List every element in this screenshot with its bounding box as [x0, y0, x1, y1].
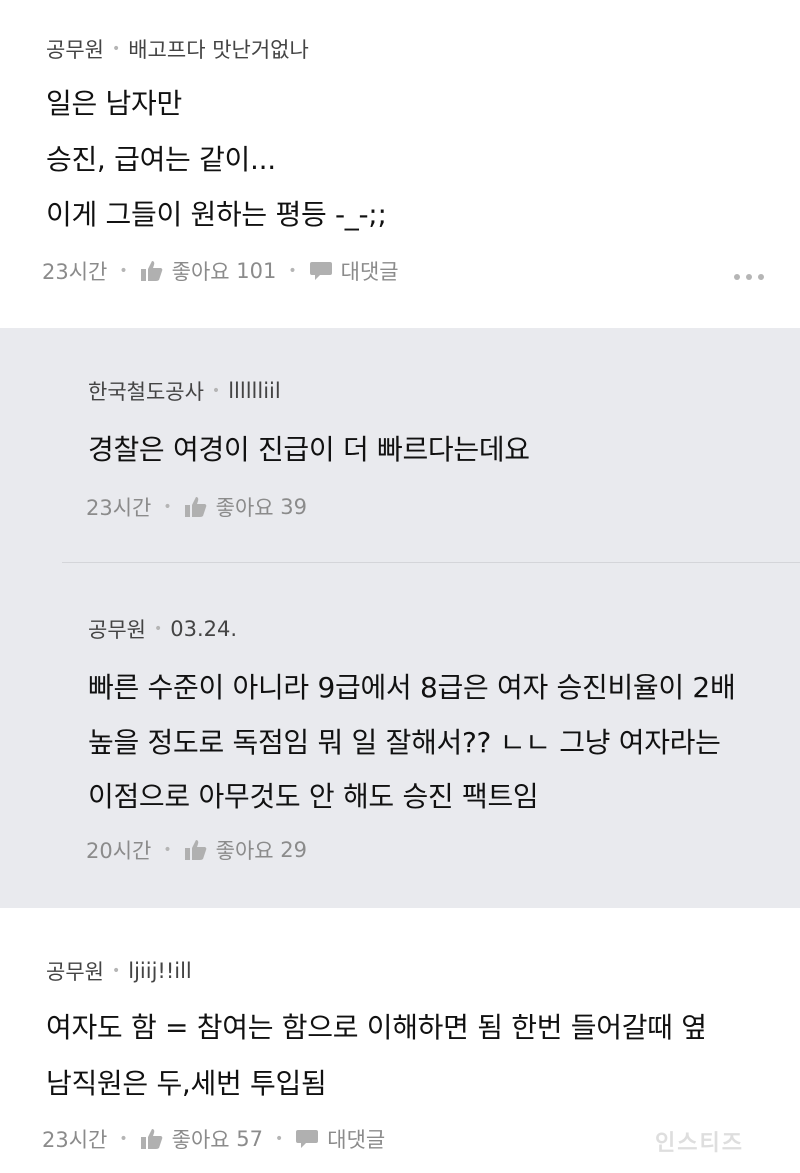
like-count: 39 — [280, 495, 308, 519]
comment-nickname[interactable]: 공무원 — [46, 956, 104, 986]
separator-dot: • — [288, 263, 297, 279]
more-dot-icon — [734, 274, 740, 280]
comment-text-line: 이게 그들이 원하는 평등 -_-;; — [46, 198, 387, 231]
reply-list: 한국철도공사 • lllllliil 경찰은 여경이 진급이 더 빠르다는데요 … — [0, 328, 800, 908]
site-watermark: 인스티즈 — [655, 1131, 744, 1156]
comment-meta: 공무원 • 배고프다 맛난거없나 — [46, 34, 309, 64]
like-button[interactable]: 좋아요 29 — [184, 835, 307, 865]
like-count: 57 — [236, 1127, 264, 1151]
separator-dot: • — [111, 963, 121, 979]
separator-dot: • — [275, 1131, 284, 1147]
reply-date: 03.24. — [170, 617, 238, 641]
separator-dot: • — [119, 263, 128, 279]
separator-dot: • — [119, 1131, 128, 1147]
separator-dot: • — [111, 41, 121, 57]
comment-text-line: 승진, 급여는 같이... — [46, 143, 276, 176]
comment-meta: 공무원 • ljiij!!ill — [46, 956, 192, 986]
reply-time: 23시간 — [86, 496, 152, 520]
more-dot-icon — [758, 274, 764, 280]
reply-button[interactable]: 대댓글 — [295, 1124, 385, 1154]
speech-bubble-icon — [309, 262, 332, 280]
comment-time: 23시간 — [42, 260, 108, 284]
like-button[interactable]: 좋아요 39 — [184, 492, 307, 522]
like-count: 29 — [280, 838, 308, 862]
reply-text-line: 높을 정도로 독점임 뭐 일 잘해서?? ㄴㄴ 그냥 여자라는 — [88, 726, 721, 759]
comment-text-line: 여자도 함 = 참여는 함으로 이해하면 됨 한번 들어갈때 옆 — [46, 1011, 707, 1044]
comment-item: 공무원 • 배고프다 맛난거없나 일은 남자만 승진, 급여는 같이... 이게… — [0, 0, 800, 328]
more-dot-icon — [746, 274, 752, 280]
comment-footer: 23시간 • 좋아요 101 • 대댓글 — [42, 256, 399, 286]
reply-footer: 23시간 • 좋아요 39 — [86, 492, 307, 522]
like-label: 좋아요 — [171, 260, 230, 284]
comment-nickname[interactable]: 공무원 — [46, 34, 104, 64]
like-count: 101 — [236, 259, 277, 283]
reply-footer: 20시간 • 좋아요 29 — [86, 835, 307, 865]
like-button[interactable]: 좋아요 101 — [140, 256, 277, 286]
thumbs-up-icon — [184, 840, 206, 860]
comment-author[interactable]: 배고프다 맛난거없나 — [128, 34, 309, 64]
comment-text-line: 남직원은 두,세번 투입됨 — [46, 1067, 327, 1100]
like-button[interactable]: 좋아요 57 — [140, 1124, 263, 1154]
reply-label: 대댓글 — [327, 1128, 386, 1152]
thumbs-up-icon — [184, 497, 206, 517]
thumbs-up-icon — [140, 1129, 162, 1149]
comment-author[interactable]: ljiij!!ill — [128, 959, 192, 983]
like-label: 좋아요 — [215, 839, 274, 863]
reply-label: 대댓글 — [340, 260, 399, 284]
reply-nickname[interactable]: 한국철도공사 — [88, 376, 204, 406]
separator-dot: • — [153, 621, 163, 637]
reply-button[interactable]: 대댓글 — [309, 256, 399, 286]
comment-time: 23시간 — [42, 1128, 108, 1152]
reply-meta: 한국철도공사 • lllllliil — [88, 376, 281, 406]
like-label: 좋아요 — [215, 496, 274, 520]
comment-text-line: 일은 남자만 — [46, 87, 182, 120]
comment-item: 공무원 • ljiij!!ill 여자도 함 = 참여는 함으로 이해하면 됨 … — [0, 908, 800, 1173]
reply-author[interactable]: lllllliil — [228, 379, 281, 403]
reply-text-line: 경찰은 여경이 진급이 더 빠르다는데요 — [88, 433, 530, 466]
reply-text-line: 빠른 수준이 아니라 9급에서 8급은 여자 승진비율이 2배 — [88, 671, 736, 704]
reply-time: 20시간 — [86, 839, 152, 863]
separator-dot: • — [163, 499, 172, 515]
separator-dot: • — [211, 383, 221, 399]
more-options-button[interactable] — [734, 274, 764, 280]
thumbs-up-icon — [140, 261, 162, 281]
comment-footer: 23시간 • 좋아요 57 • 대댓글 — [42, 1124, 385, 1154]
reply-meta: 공무원 • 03.24. — [88, 614, 237, 644]
reply-divider — [62, 562, 800, 563]
reply-text-line: 이점으로 아무것도 안 해도 승진 팩트임 — [88, 780, 539, 813]
like-label: 좋아요 — [171, 1128, 230, 1152]
reply-nickname[interactable]: 공무원 — [88, 614, 146, 644]
speech-bubble-icon — [296, 1130, 319, 1148]
separator-dot: • — [163, 842, 172, 858]
